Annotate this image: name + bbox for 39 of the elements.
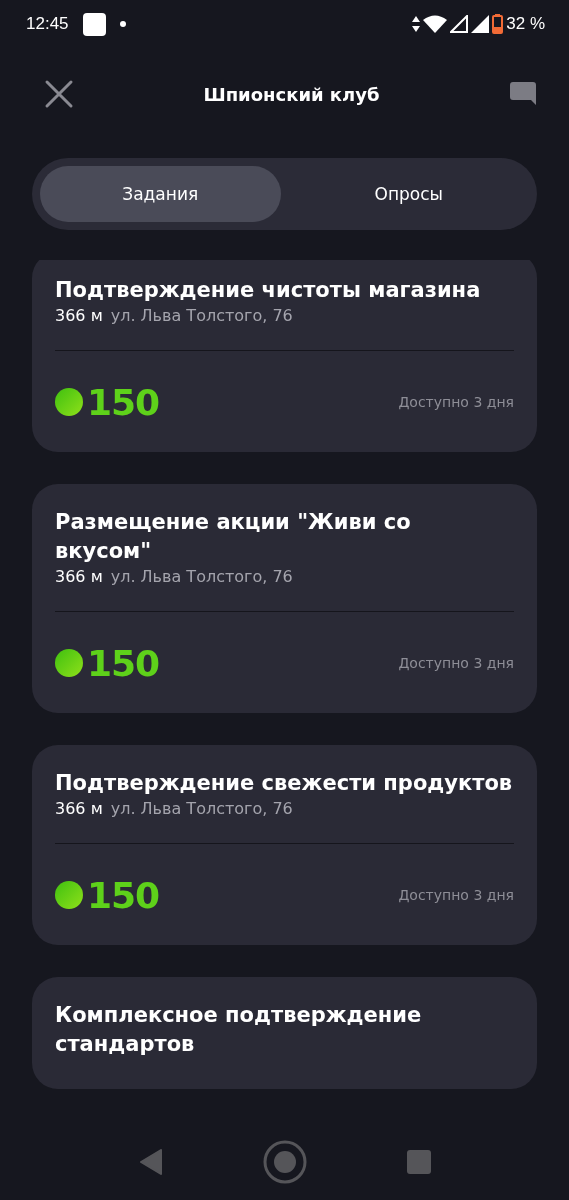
- battery-icon: [492, 14, 504, 34]
- task-card[interactable]: Подтверждение чистоты магазина 366 м ул. Льва Толстого, 76 150 Доступно 3 дня: [32, 260, 537, 452]
- task-distance: 366 м: [55, 305, 103, 327]
- task-title: Подтверждение свежести продуктов: [55, 770, 514, 797]
- data-arrows-icon: [412, 16, 421, 32]
- coin-icon: [55, 388, 83, 416]
- task-points: 150: [87, 381, 160, 423]
- task-points: 150: [87, 874, 160, 916]
- task-address: ул. Льва Толстого, 76: [110, 305, 293, 327]
- tab[interactable]: Опросы: [288, 166, 529, 222]
- recents-icon[interactable]: [406, 1149, 431, 1174]
- task-card[interactable]: Комплексное подтверждение стандартов: [32, 977, 537, 1089]
- more-notifications-icon: [119, 21, 126, 27]
- task-availability: Доступно 3 дня: [398, 887, 514, 903]
- notification-icon: [82, 12, 106, 36]
- coin-icon: [55, 881, 83, 909]
- screen-title: Шпионский клуб: [202, 83, 381, 105]
- tab[interactable]: Задания: [40, 166, 281, 222]
- task-availability: Доступно 3 дня: [398, 394, 514, 410]
- signal-icon: [471, 15, 490, 33]
- task-points: 150: [87, 642, 160, 684]
- task-distance: 366 м: [55, 798, 103, 820]
- coin-icon: [55, 649, 83, 677]
- task-title: Комплексное подтверждение стандартов: [55, 1002, 423, 1058]
- task-title: Подтверждение чистоты магазина: [55, 277, 482, 304]
- task-availability: Доступно 3 дня: [398, 655, 514, 671]
- home-icon[interactable]: [262, 1139, 307, 1184]
- task-card[interactable]: Подтверждение свежести продуктов 366 м ул. Льва Толстого, 76 150 Доступно 3 дня: [32, 745, 537, 945]
- close-icon[interactable]: [44, 79, 74, 109]
- clock: 12:45: [26, 14, 69, 34]
- task-address: ул. Льва Толстого, 76: [110, 798, 293, 820]
- task-distance: 366 м: [55, 566, 103, 588]
- back-icon[interactable]: [138, 1148, 163, 1175]
- task-card[interactable]: Размещение акции "Живи со вкусом" 366 м ул. Льва Толстого, 76 150 Доступно 3 дня: [32, 484, 537, 713]
- signal-icon: [450, 15, 469, 33]
- task-title: Размещение акции "Живи со вкусом": [55, 509, 412, 565]
- battery-percentage: 32 %: [506, 14, 545, 34]
- wifi-icon: [423, 15, 448, 33]
- task-address: ул. Льва Толстого, 76: [110, 566, 293, 588]
